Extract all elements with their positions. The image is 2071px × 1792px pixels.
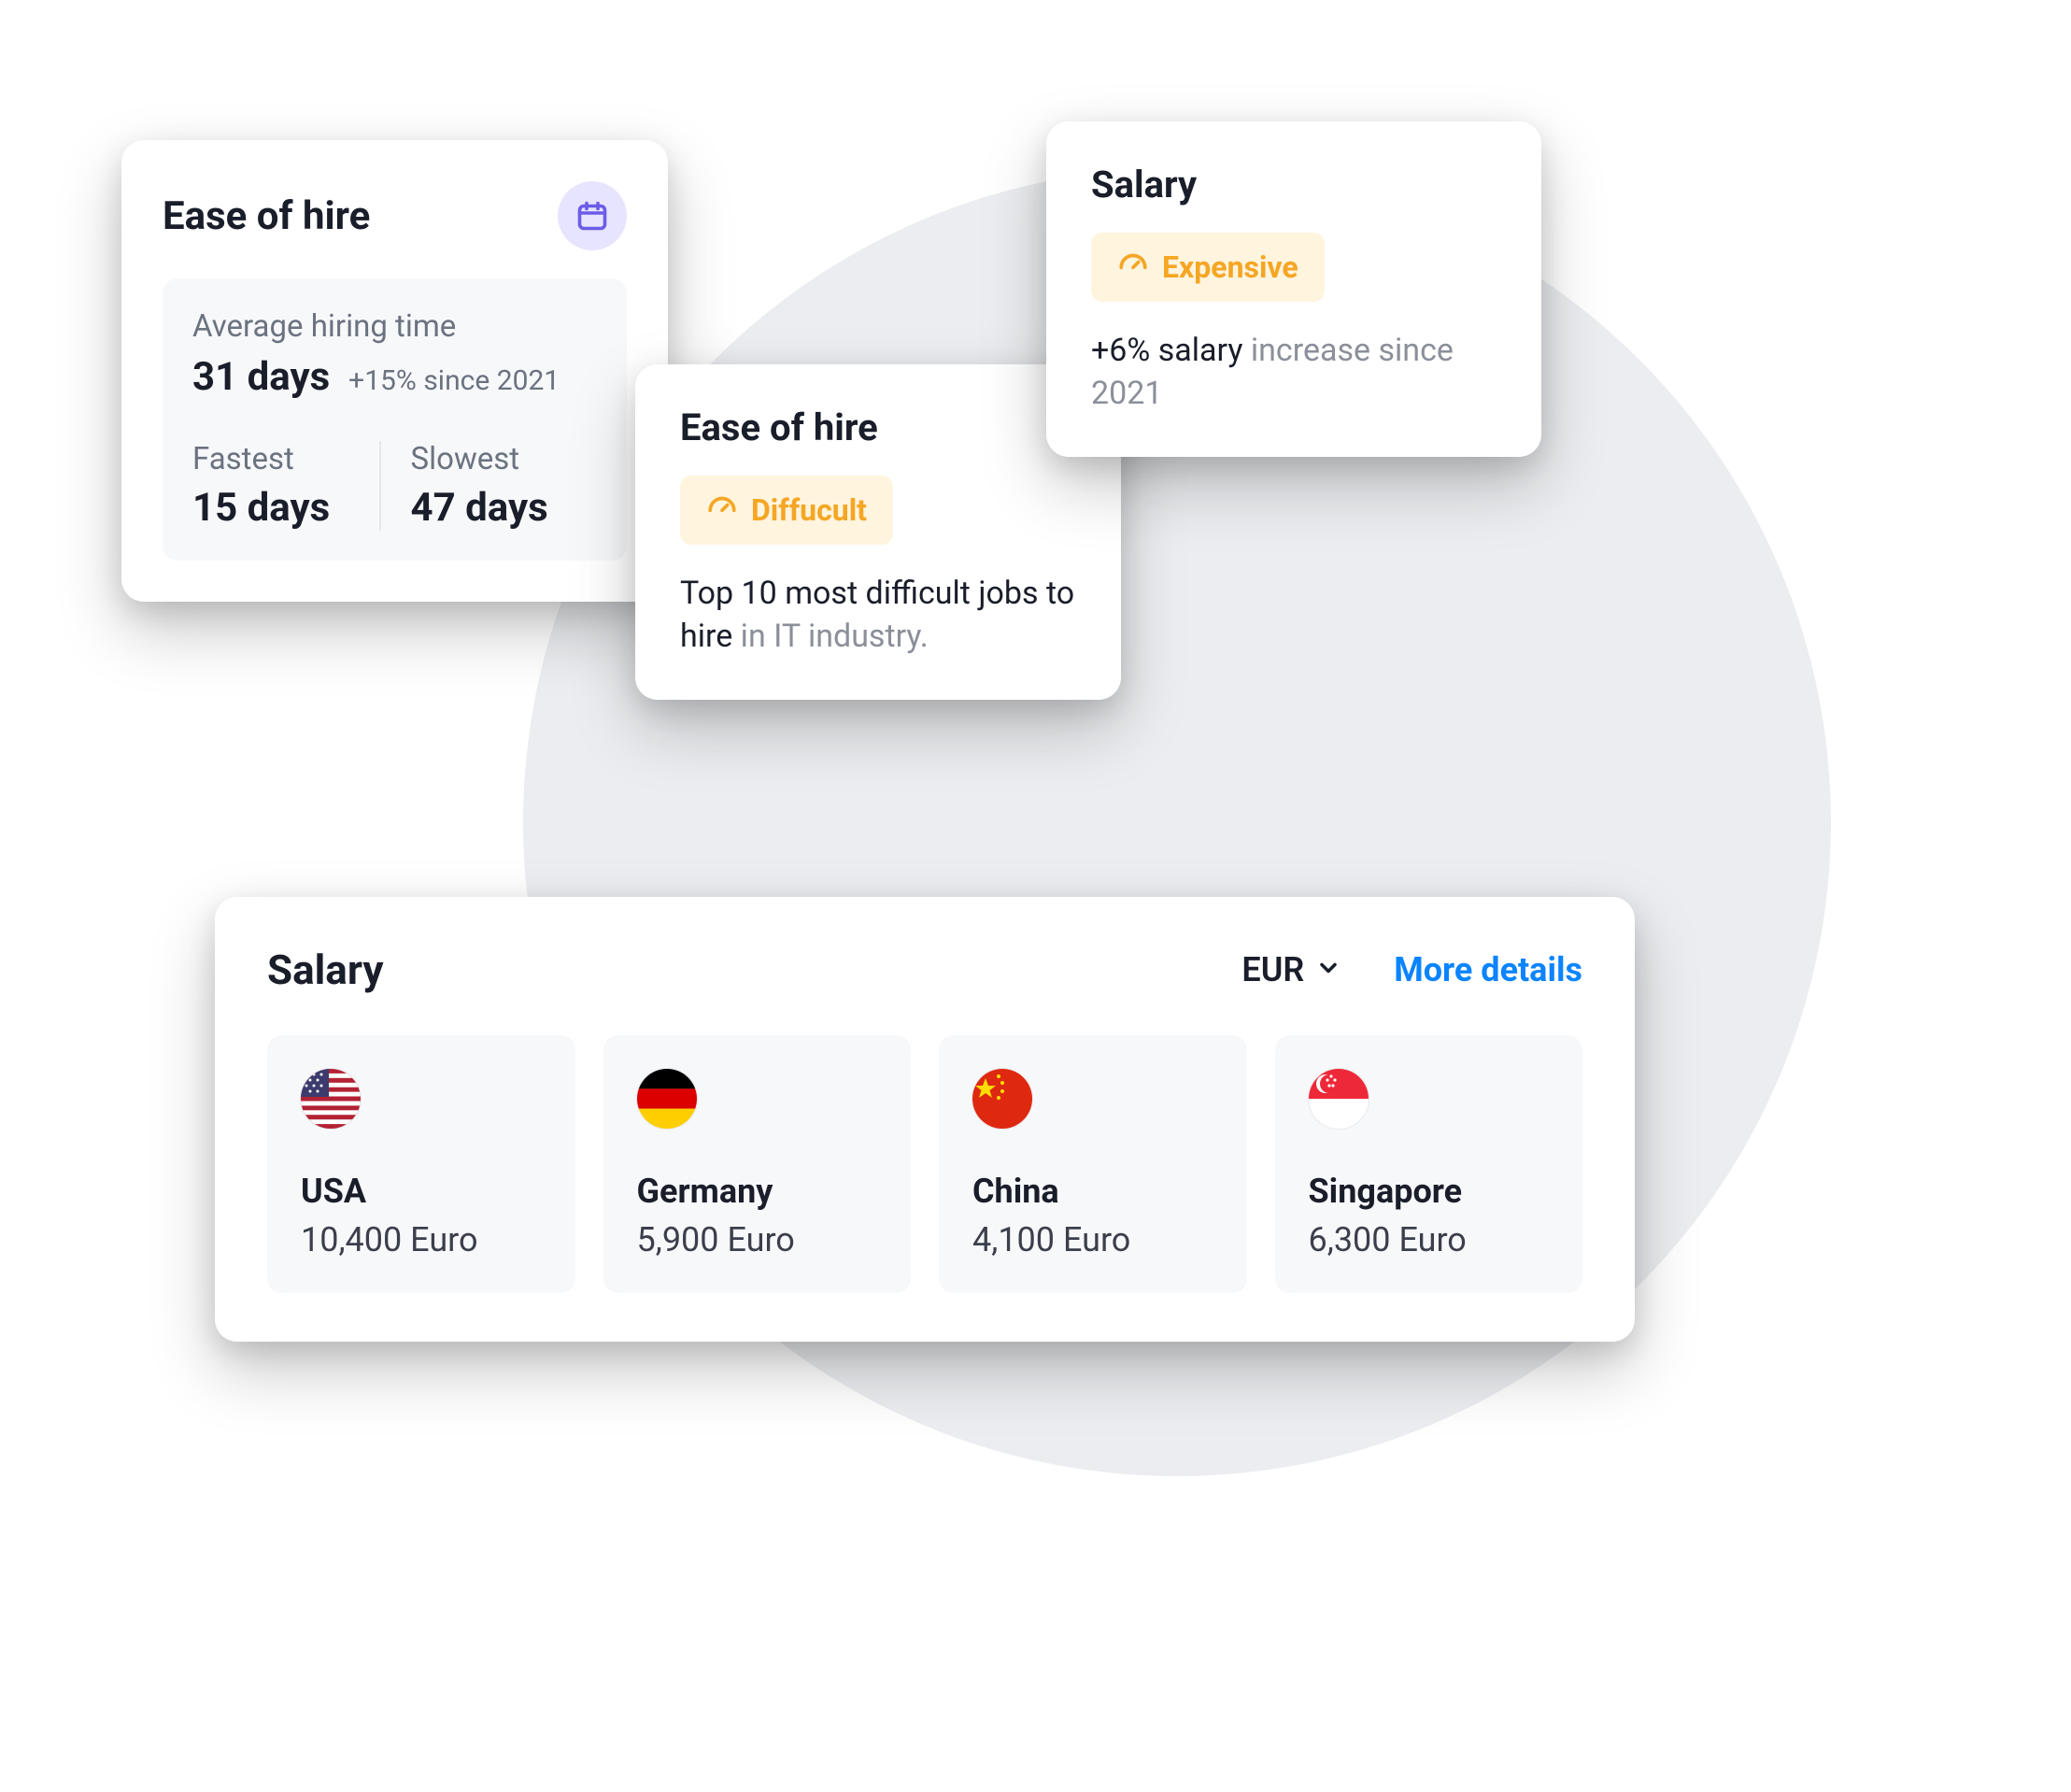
ease-of-hire-detail-card: Ease of hire Average hiring time 31 days… bbox=[121, 140, 668, 602]
currency-select[interactable]: EUR bbox=[1241, 950, 1341, 989]
salary-increase-description: +6% salary increase since 2021 bbox=[1091, 330, 1497, 416]
fastest-value: 15 days bbox=[192, 485, 379, 531]
country-salary: 6,300 Euro bbox=[1309, 1220, 1550, 1259]
country-name: China bbox=[972, 1172, 1213, 1211]
calendar-icon bbox=[558, 181, 627, 250]
salary-badge-card: Salary Expensive +6% salary increase sin… bbox=[1046, 121, 1541, 457]
avg-hiring-time-delta: +15% since 2021 bbox=[348, 364, 560, 397]
country-tile-germany[interactable]: Germany 5,900 Euro bbox=[603, 1035, 912, 1293]
country-salary: 4,100 Euro bbox=[972, 1220, 1213, 1259]
currency-label: EUR bbox=[1241, 950, 1304, 989]
country-tile-usa[interactable]: USA 10,400 Euro bbox=[267, 1035, 575, 1293]
chevron-down-icon bbox=[1315, 950, 1341, 989]
gauge-icon bbox=[1117, 248, 1149, 287]
card-title: Salary bbox=[1091, 163, 1497, 206]
country-name: Germany bbox=[637, 1172, 878, 1211]
gauge-icon bbox=[706, 491, 738, 530]
difficulty-badge-label: Diffucult bbox=[751, 492, 867, 528]
more-details-link[interactable]: More details bbox=[1394, 950, 1582, 989]
expense-badge: Expensive bbox=[1091, 233, 1325, 302]
country-grid: USA 10,400 Euro Germany 5,900 Euro bbox=[267, 1035, 1582, 1293]
country-salary: 5,900 Euro bbox=[637, 1220, 878, 1259]
flag-cn-icon bbox=[972, 1069, 1032, 1129]
expense-badge-label: Expensive bbox=[1162, 249, 1298, 285]
difficulty-desc-muted: in IT industry. bbox=[741, 618, 929, 655]
difficulty-badge: Diffucult bbox=[680, 476, 893, 545]
fastest-label: Fastest bbox=[192, 441, 379, 477]
country-name: USA bbox=[301, 1172, 542, 1211]
card-title: Salary bbox=[267, 946, 383, 994]
difficulty-description: Top 10 most difficult jobs to hire in IT… bbox=[680, 573, 1076, 659]
card-title: Ease of hire bbox=[680, 405, 1076, 449]
country-tile-china[interactable]: China 4,100 Euro bbox=[939, 1035, 1247, 1293]
slowest-label: Slowest bbox=[411, 441, 598, 477]
flag-sg-icon bbox=[1309, 1069, 1369, 1129]
avg-hiring-time-label: Average hiring time bbox=[192, 308, 597, 345]
flag-us-icon bbox=[301, 1069, 361, 1129]
salary-increase-strong: +6% salary bbox=[1091, 332, 1251, 369]
ease-metrics-panel: Average hiring time 31 days +15% since 2… bbox=[163, 278, 627, 561]
country-name: Singapore bbox=[1309, 1172, 1550, 1211]
salary-by-country-card: Salary EUR More details bbox=[215, 897, 1635, 1342]
card-title: Ease of hire bbox=[163, 193, 370, 239]
flag-de-icon bbox=[637, 1069, 697, 1129]
avg-hiring-time-value: 31 days bbox=[192, 354, 330, 400]
country-tile-singapore[interactable]: Singapore 6,300 Euro bbox=[1275, 1035, 1583, 1293]
slowest-value: 47 days bbox=[411, 485, 598, 531]
card-header: Ease of hire bbox=[163, 181, 627, 250]
card-header: Salary EUR More details bbox=[267, 946, 1582, 994]
country-salary: 10,400 Euro bbox=[301, 1220, 542, 1259]
